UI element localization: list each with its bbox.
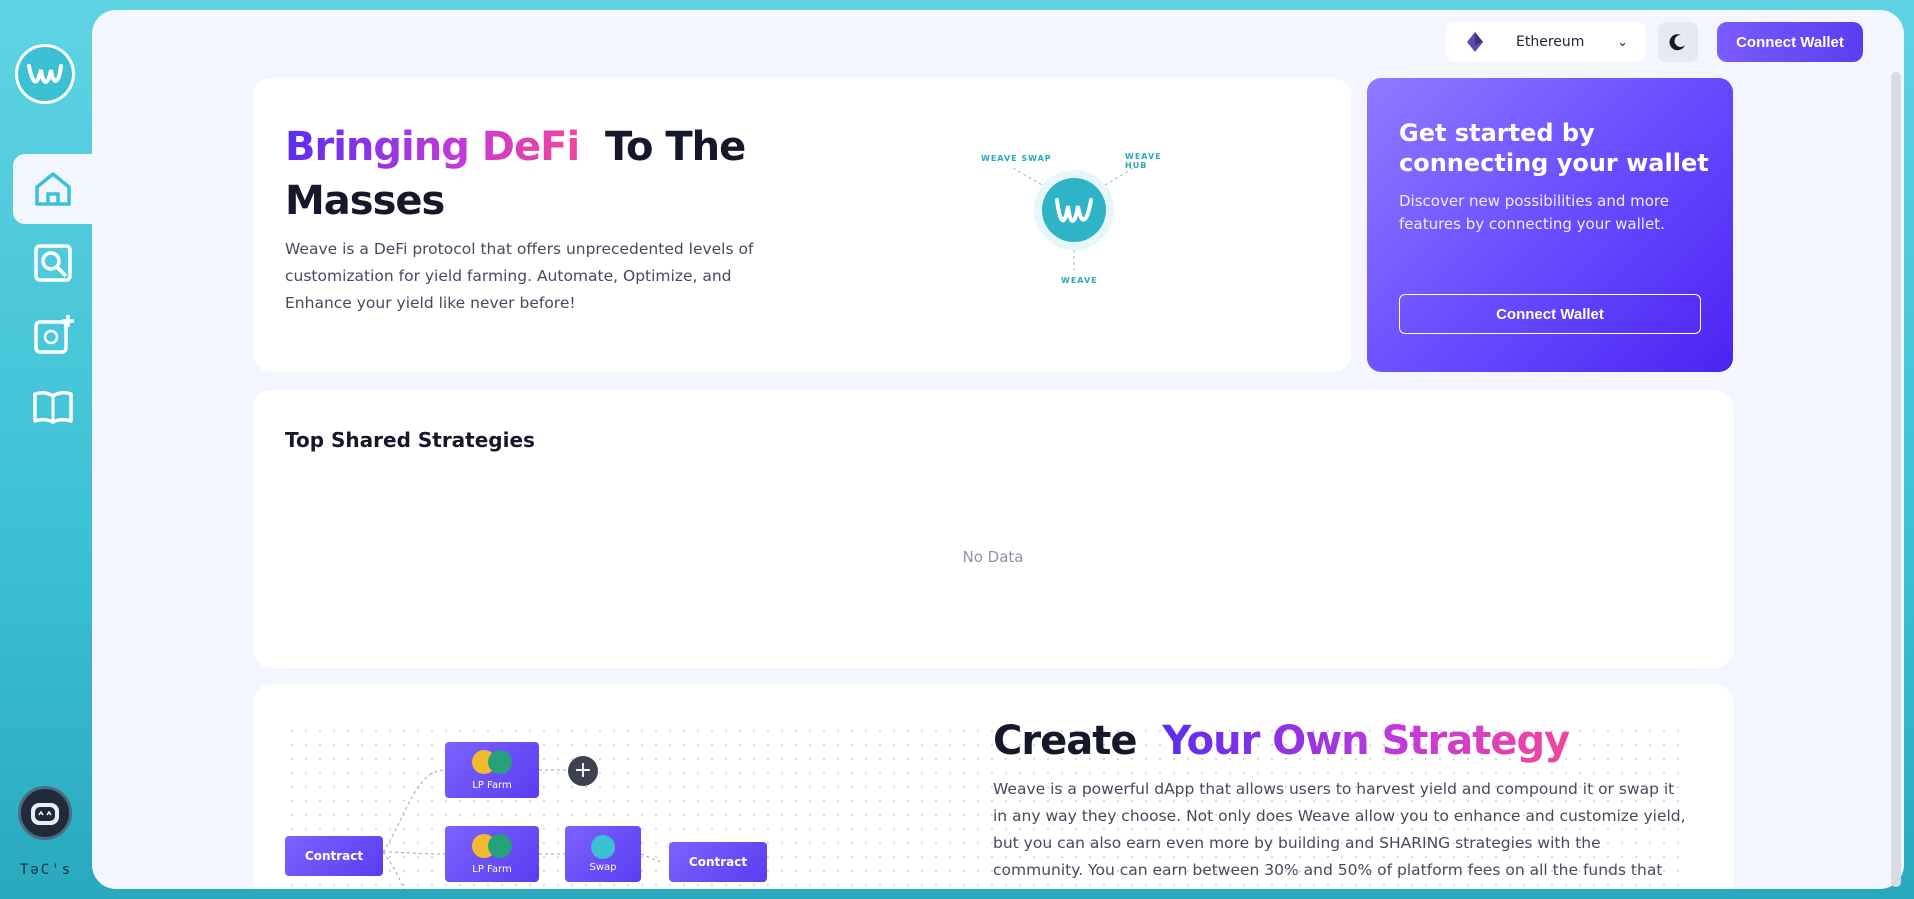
scrollbar[interactable] xyxy=(1891,72,1901,887)
theme-toggle-button[interactable] xyxy=(1658,22,1698,62)
ethereum-icon xyxy=(1467,32,1483,52)
create-strategy-description: Weave is a powerful dApp that allows use… xyxy=(993,780,1686,889)
contract-node-label: Contract xyxy=(304,849,364,863)
ecosystem-graphic: WEAVE SWAP WEAVE HUB WEAVE xyxy=(973,128,1173,298)
hero-card: Bringing DeFi To The Masses Weave is a D… xyxy=(253,78,1351,372)
weave-bottom-label: WEAVE xyxy=(1061,276,1098,285)
end-contract-node-label: Contract xyxy=(688,855,748,869)
promo-connect-wallet-button[interactable]: Connect Wallet xyxy=(1399,294,1701,334)
lp-farm-coins-icon-2 xyxy=(472,833,512,861)
strategies-title: Top Shared Strategies xyxy=(285,428,535,452)
connect-wallet-card: Get started by connecting your wallet Di… xyxy=(1367,78,1733,372)
hero-title-rest-1: To The xyxy=(605,124,746,170)
promo-title: Get started by connecting your wallet xyxy=(1399,119,1709,177)
top-strategies-card: Top Shared Strategies No Data xyxy=(253,390,1733,668)
weave-swap-icon xyxy=(591,835,615,859)
hero-title-accent: Bringing DeFi xyxy=(285,124,580,170)
hero-title: Bringing DeFi To The Masses xyxy=(285,120,805,228)
create-strategy-title: Create Your Own Strategy xyxy=(993,718,1570,764)
empty-state: No Data xyxy=(962,548,1024,566)
end-contract-node[interactable]: Contract xyxy=(669,842,767,882)
main-panel: Ethereum ⌄ Connect Wallet Bringing DeFi … xyxy=(92,10,1904,889)
sidebar-item-search[interactable] xyxy=(13,228,92,298)
create-title-plain: Create xyxy=(993,718,1137,764)
sidebar-item-home[interactable] xyxy=(13,154,92,224)
avatar[interactable] xyxy=(18,786,72,840)
sidebar: TəC's xyxy=(0,0,92,899)
search-icon xyxy=(33,244,72,282)
contract-node[interactable]: Contract xyxy=(285,836,383,876)
lp-farm-node-2[interactable]: LP Farm xyxy=(445,826,539,882)
weave-swap-label: WEAVE SWAP xyxy=(981,154,1052,163)
swap-node-label: Swap xyxy=(589,862,617,873)
sidebar-item-docs[interactable] xyxy=(13,372,92,442)
sidebar-item-create[interactable] xyxy=(13,300,92,370)
home-icon xyxy=(34,172,71,206)
network-label: Ethereum xyxy=(1516,34,1585,50)
chevron-down-icon: ⌄ xyxy=(1617,34,1628,50)
lp-farm-coins-icon xyxy=(472,749,512,777)
terms-link[interactable]: TəC's xyxy=(0,862,92,878)
connect-wallet-button[interactable]: Connect Wallet xyxy=(1717,22,1863,62)
hero-description: Weave is a DeFi protocol that offers unp… xyxy=(285,240,754,312)
weave-logo-icon[interactable] xyxy=(15,44,75,104)
swap-node[interactable]: Swap xyxy=(565,826,641,882)
hero-title-rest-2: Masses xyxy=(285,178,445,224)
strategy-flow-diagram: Contract LP Farm + LP Farm Swap Contract xyxy=(285,740,785,889)
create-title-accent: Your Own Strategy xyxy=(1162,718,1570,764)
lp-farm-node[interactable]: LP Farm xyxy=(445,742,539,798)
lp-farm-node-label-2: LP Farm xyxy=(472,863,512,875)
book-icon xyxy=(32,390,73,424)
network-selector[interactable]: Ethereum ⌄ xyxy=(1446,22,1646,62)
weave-hub-label: WEAVE HUB xyxy=(1125,152,1162,170)
promo-description: Discover new possibilities and more feat… xyxy=(1399,192,1669,233)
create-strategy-card: Contract LP Farm + LP Farm Swap Contract… xyxy=(253,684,1733,889)
lp-farm-node-label: LP Farm xyxy=(472,779,512,791)
add-strategy-icon xyxy=(33,315,74,354)
moon-icon xyxy=(1669,34,1685,51)
add-node-button[interactable]: + xyxy=(568,756,598,786)
robot-avatar-icon xyxy=(31,803,59,825)
